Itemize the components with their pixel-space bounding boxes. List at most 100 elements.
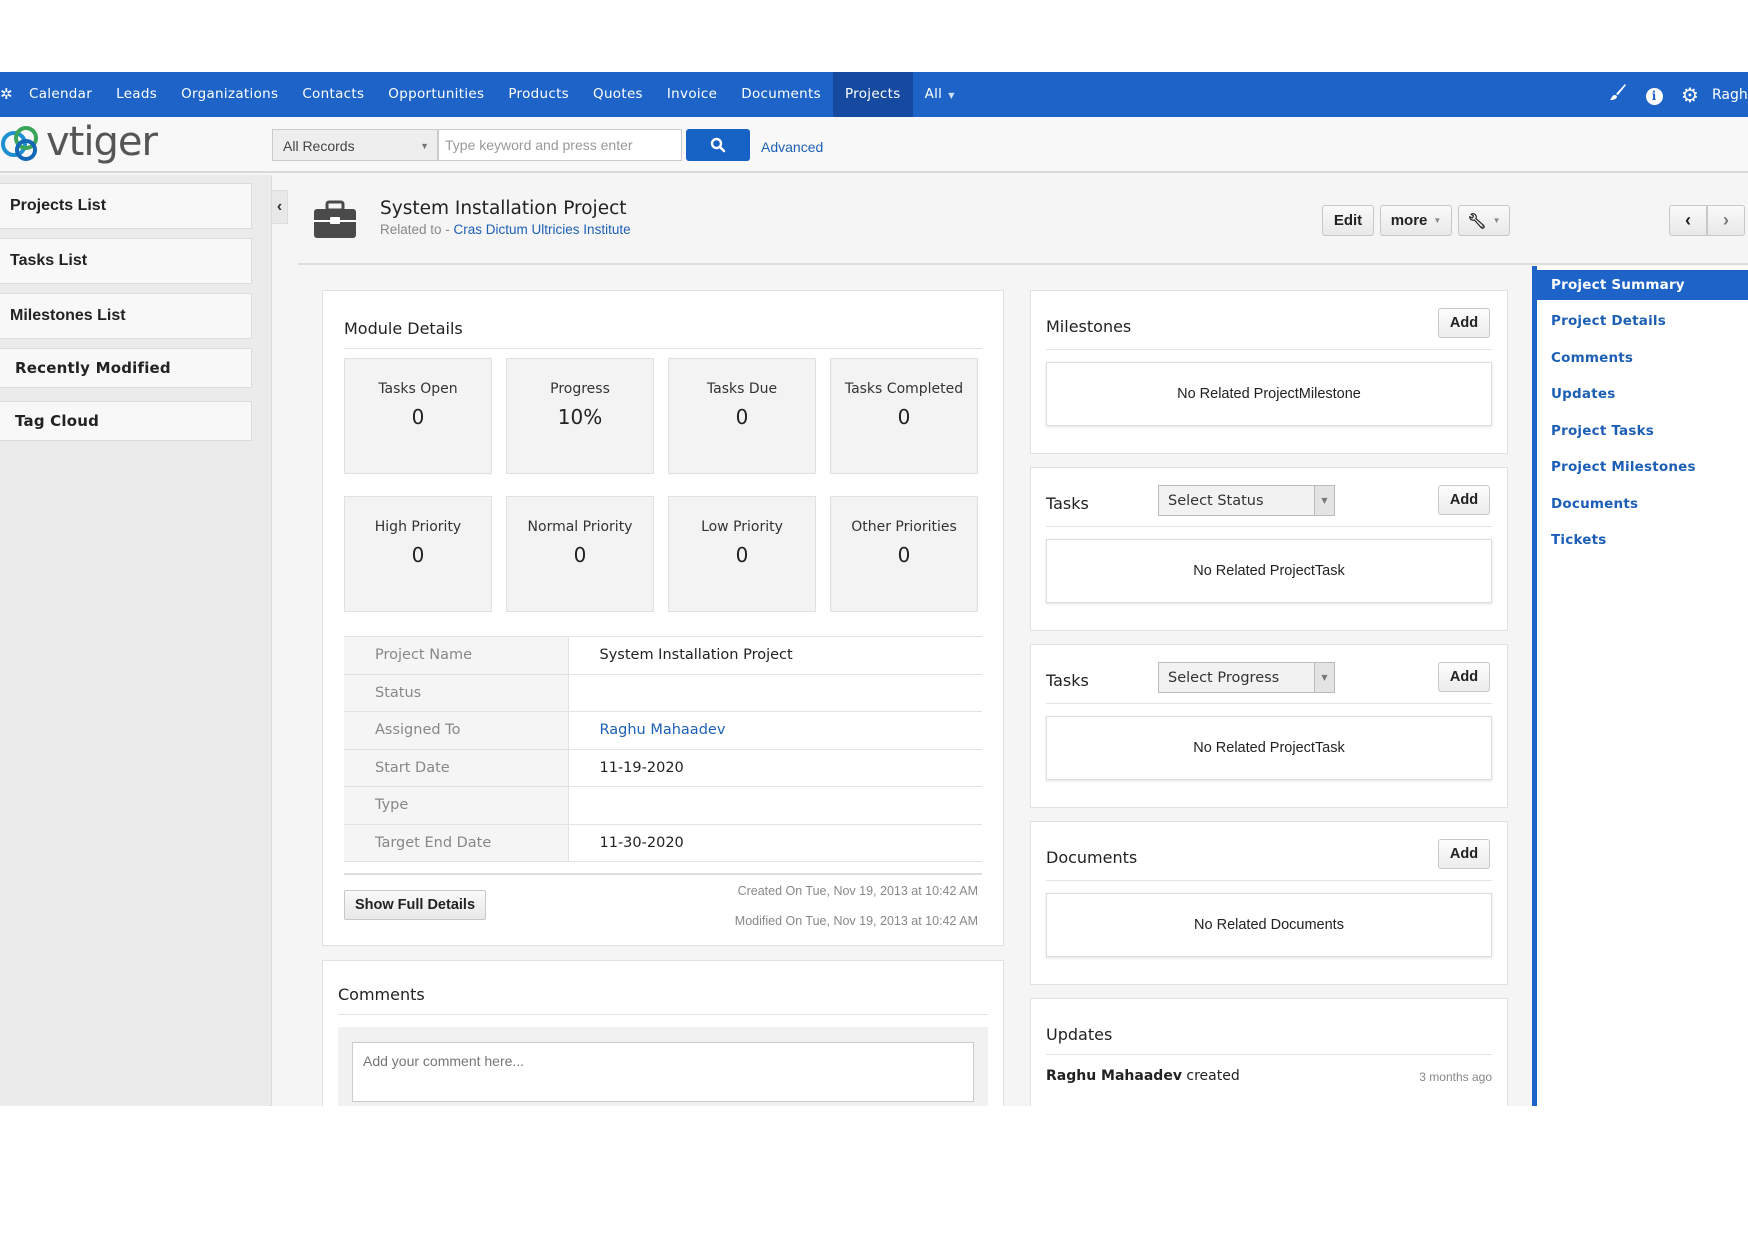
- nav-item-label: Projects: [844, 86, 901, 102]
- divider: [1046, 1054, 1492, 1055]
- dropdown-arrow-icon: ▼: [420, 141, 429, 151]
- nav-item-all[interactable]: All ▼: [913, 72, 967, 117]
- documents-empty-message: No Related Documents: [1046, 893, 1492, 957]
- nav-item-label: Contacts: [302, 86, 365, 102]
- caret-down-icon: ▼: [1492, 216, 1501, 225]
- nav-item-organizations[interactable]: Organizations: [169, 72, 290, 117]
- stat-value: 0: [735, 405, 749, 429]
- sidebar-widget-recently-modified[interactable]: Recently Modified: [0, 348, 252, 388]
- sidebar-widget-tag-cloud[interactable]: Tag Cloud: [0, 401, 252, 441]
- nav-item-projects[interactable]: Projects: [832, 72, 913, 117]
- app-window: ✲ Calendar Leads Organizations Contacts Oppo…: [0, 72, 1748, 1106]
- sidebar-item-milestones-list[interactable]: Milestones List: [0, 293, 252, 339]
- stat-value: 0: [897, 405, 911, 429]
- nav-item-contacts[interactable]: Contacts: [290, 72, 376, 117]
- rightnav-item-tickets[interactable]: Tickets: [1537, 525, 1748, 555]
- milestones-title: Milestones: [1046, 317, 1132, 336]
- chevron-right-icon: ›: [1723, 210, 1729, 230]
- nav-item-invoice[interactable]: Invoice: [655, 72, 729, 117]
- stat-value: 0: [735, 543, 749, 567]
- advanced-search-link[interactable]: Advanced: [761, 139, 823, 155]
- stat-label: Progress: [550, 381, 610, 397]
- divider: [1046, 526, 1492, 527]
- sidebar-item-tasks-list[interactable]: Tasks List: [0, 238, 252, 284]
- field-value[interactable]: [568, 787, 982, 825]
- comments-title: Comments: [338, 985, 425, 1004]
- more-button[interactable]: more ▼: [1380, 205, 1452, 236]
- collapse-sidebar-button[interactable]: ‹: [272, 190, 288, 224]
- caret-down-icon: ▼: [948, 91, 955, 100]
- add-task-button[interactable]: Add: [1438, 485, 1490, 515]
- related-organization-link[interactable]: Cras Dictum Ultricies Institute: [454, 222, 631, 237]
- nav-item-label: Quotes: [593, 86, 643, 102]
- tools-dropdown-button[interactable]: 🔧︎ ▼: [1458, 205, 1510, 236]
- nav-item-documents[interactable]: Documents: [729, 72, 833, 117]
- search-button[interactable]: [686, 129, 750, 161]
- rightnav-item-updates[interactable]: Updates: [1537, 379, 1748, 409]
- rightnav-item-project-summary[interactable]: Project Summary: [1537, 270, 1748, 300]
- details-table: Project Name System Installation Project …: [344, 636, 982, 862]
- field-label: Project Name: [344, 636, 569, 674]
- table-row: Status: [344, 674, 982, 712]
- nav-item-calendar[interactable]: Calendar: [17, 72, 104, 117]
- stat-label: Low Priority: [701, 519, 783, 535]
- stat-value: 0: [897, 543, 911, 567]
- stat-tasks-completed: Tasks Completed 0: [830, 358, 978, 474]
- table-row: Type: [344, 786, 982, 825]
- show-full-details-button[interactable]: Show Full Details: [344, 890, 486, 920]
- tasks-title: Tasks: [1046, 671, 1089, 690]
- add-milestone-button[interactable]: Add: [1438, 308, 1490, 338]
- stat-label: Normal Priority: [527, 519, 633, 535]
- edit-button[interactable]: Edit: [1322, 205, 1374, 236]
- user-menu[interactable]: Ragh: [1708, 87, 1748, 103]
- update-user[interactable]: Raghu Mahaadev: [1046, 1068, 1182, 1084]
- records-select[interactable]: All Records ▼: [272, 129, 438, 161]
- nav-item-leads[interactable]: Leads: [104, 72, 169, 117]
- stat-label: High Priority: [374, 519, 462, 535]
- next-record-button[interactable]: ›: [1707, 205, 1745, 236]
- stat-normal-priority: Normal Priority 0: [506, 496, 654, 612]
- vtiger-logo[interactable]: vtiger: [0, 119, 158, 167]
- sidebar-item-projects-list[interactable]: Projects List: [0, 183, 252, 229]
- search-input[interactable]: [438, 129, 682, 161]
- nav-item-label: Leads: [116, 86, 158, 102]
- add-task-button[interactable]: Add: [1438, 662, 1490, 692]
- rightnav-item-project-milestones[interactable]: Project Milestones: [1537, 452, 1748, 482]
- field-value: 11-19-2020: [599, 759, 684, 776]
- brush-icon[interactable]: [1600, 83, 1636, 106]
- rightnav-item-documents[interactable]: Documents: [1537, 489, 1748, 519]
- table-row: Start Date 11-19-2020: [344, 749, 982, 787]
- nav-item-quotes[interactable]: Quotes: [581, 72, 655, 117]
- nav-item-opportunities[interactable]: Opportunities: [376, 72, 496, 117]
- select-progress-dropdown[interactable]: Select Progress ▼: [1158, 662, 1335, 693]
- field-value[interactable]: [568, 674, 982, 712]
- add-document-button[interactable]: Add: [1438, 839, 1490, 869]
- assigned-user-link[interactable]: Raghu Mahaadev: [568, 712, 982, 750]
- nav-item-products[interactable]: Products: [496, 72, 581, 117]
- nav-item-label: Organizations: [181, 86, 279, 102]
- stat-other-priorities: Other Priorities 0: [830, 496, 978, 612]
- rightnav-item-comments[interactable]: Comments: [1537, 343, 1748, 373]
- sidebar: Projects List Tasks List Milestones List…: [0, 175, 272, 1106]
- nav-item-label: Opportunities: [388, 86, 485, 102]
- update-action: created: [1181, 1068, 1240, 1084]
- info-icon[interactable]: i: [1636, 85, 1672, 105]
- stat-tasks-due: Tasks Due 0: [668, 358, 816, 474]
- previous-record-button[interactable]: ‹: [1669, 205, 1707, 236]
- rightnav-item-project-tasks[interactable]: Project Tasks: [1537, 416, 1748, 446]
- related-prefix: Related to -: [380, 222, 454, 237]
- nav-item-label: Products: [508, 86, 570, 102]
- search-icon: [710, 137, 726, 153]
- rightnav-item-project-details[interactable]: Project Details: [1537, 306, 1748, 336]
- stat-label: Other Priorities: [851, 519, 957, 535]
- stat-tasks-open: Tasks Open 0: [344, 358, 492, 474]
- record-header: System Installation Project Related to -…: [298, 176, 1748, 265]
- records-select-value: All Records: [283, 138, 355, 154]
- apps-star-icon[interactable]: ✲: [0, 85, 13, 103]
- table-row: Target End Date 11-30-2020: [344, 824, 982, 862]
- modified-on-text: Modified On Tue, Nov 19, 2013 at 10:42 A…: [734, 914, 978, 928]
- select-status-dropdown[interactable]: Select Status ▼: [1158, 485, 1335, 516]
- settings-gear-icon[interactable]: ⚙: [1672, 83, 1708, 107]
- comment-input[interactable]: [352, 1042, 974, 1102]
- divider: [344, 348, 982, 349]
